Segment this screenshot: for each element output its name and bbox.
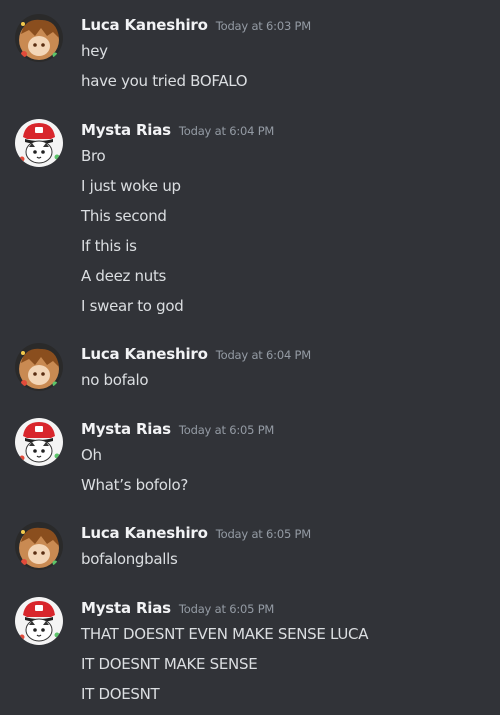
message-header: Luca Kaneshiro Today at 6:05 PM	[81, 522, 311, 544]
message-timestamp[interactable]: Today at 6:04 PM	[179, 124, 274, 138]
message-text: Oh	[81, 446, 102, 464]
message-text: This second	[81, 207, 167, 225]
message-timestamp[interactable]: Today at 6:05 PM	[179, 602, 274, 616]
message-header: Mysta Rias Today at 6:05 PM	[81, 597, 274, 619]
message-text: no bofalo	[81, 371, 149, 389]
author-name[interactable]: Luca Kaneshiro	[81, 16, 208, 34]
message-text: hey	[81, 42, 108, 60]
mysta-avatar[interactable]	[15, 597, 63, 645]
message-timestamp[interactable]: Today at 6:03 PM	[216, 19, 311, 33]
message-text: IT DOESNT MAKE SENSE	[81, 655, 258, 673]
message-text: THAT DOESNT EVEN MAKE SENSE LUCA	[81, 625, 369, 643]
message-text: If this is	[81, 237, 137, 255]
message-timestamp[interactable]: Today at 6:05 PM	[216, 527, 311, 541]
message-text: What’s bofolo?	[81, 476, 189, 494]
chat-messages: Luca Kaneshiro Today at 6:03 PM hey have …	[0, 0, 500, 715]
mysta-avatar[interactable]	[15, 119, 63, 167]
message-text: I just woke up	[81, 177, 181, 195]
luca-avatar[interactable]	[15, 14, 63, 62]
message-text: have you tried BOFALO	[81, 72, 248, 90]
message-text: Bro	[81, 147, 106, 165]
message-text: A deez nuts	[81, 267, 167, 285]
author-name[interactable]: Luca Kaneshiro	[81, 345, 208, 363]
mysta-avatar[interactable]	[15, 418, 63, 466]
message-text: IT DOESNT	[81, 685, 160, 703]
message-header: Mysta Rias Today at 6:04 PM	[81, 119, 274, 141]
message-header: Luca Kaneshiro Today at 6:04 PM	[81, 343, 311, 365]
message-timestamp[interactable]: Today at 6:05 PM	[179, 423, 274, 437]
author-name[interactable]: Mysta Rias	[81, 121, 171, 139]
message-text: I swear to god	[81, 297, 184, 315]
author-name[interactable]: Luca Kaneshiro	[81, 524, 208, 542]
luca-avatar[interactable]	[15, 522, 63, 570]
luca-avatar[interactable]	[15, 343, 63, 391]
author-name[interactable]: Mysta Rias	[81, 599, 171, 617]
message-header: Mysta Rias Today at 6:05 PM	[81, 418, 274, 440]
message-text: bofalongballs	[81, 550, 178, 568]
author-name[interactable]: Mysta Rias	[81, 420, 171, 438]
message-timestamp[interactable]: Today at 6:04 PM	[216, 348, 311, 362]
message-header: Luca Kaneshiro Today at 6:03 PM	[81, 14, 311, 36]
